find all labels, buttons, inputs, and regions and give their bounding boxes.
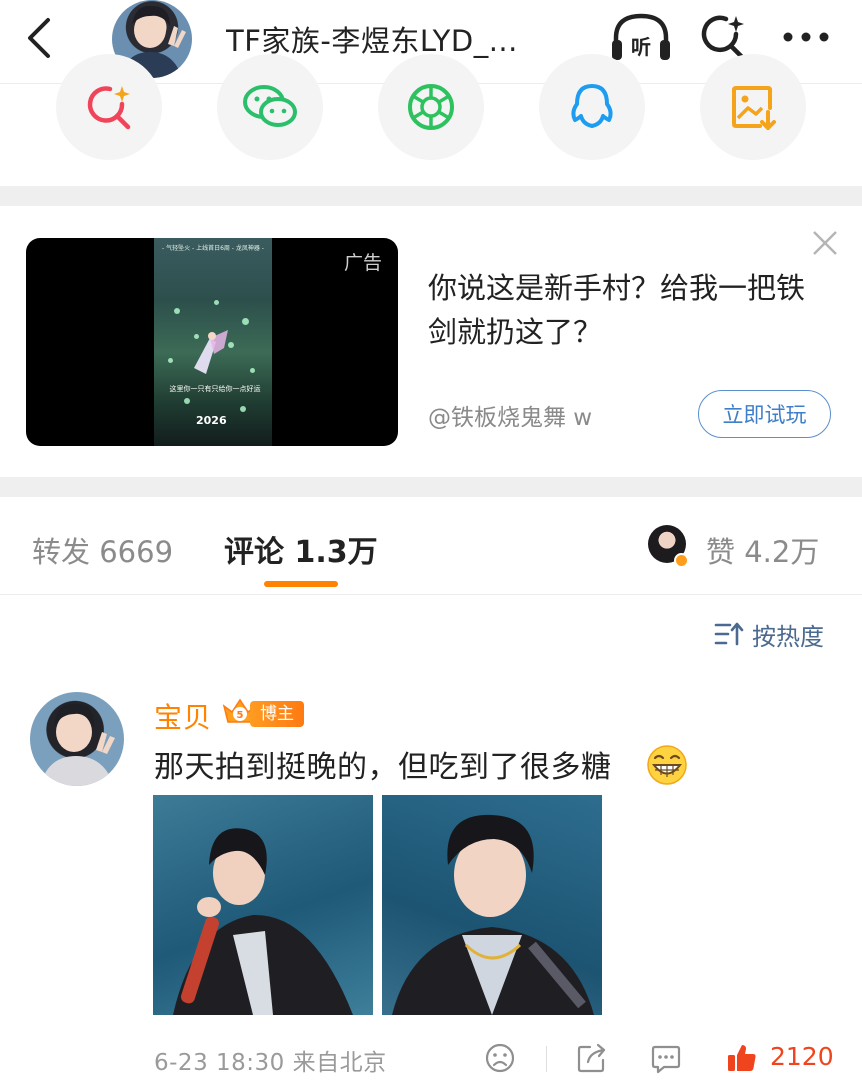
reply-button[interactable] xyxy=(650,1040,682,1076)
qq-icon xyxy=(571,84,613,128)
frown-icon xyxy=(485,1043,515,1073)
ad-game-year: 2026 xyxy=(196,414,227,427)
comment-icon xyxy=(651,1045,681,1074)
close-ad-button[interactable] xyxy=(810,228,840,258)
more-button[interactable] xyxy=(780,22,832,52)
wechat-icon xyxy=(243,85,297,127)
share-comment-button[interactable] xyxy=(576,1040,608,1076)
share-wechat-button[interactable] xyxy=(217,54,323,160)
close-icon xyxy=(813,231,837,255)
like-comment-button[interactable] xyxy=(726,1040,758,1076)
chevron-left-icon xyxy=(28,18,50,58)
photo-portrait-icon xyxy=(392,814,594,1015)
post-tabs: 转发 6669 评论 1.3万 赞 4.2万 xyxy=(0,497,862,595)
share-qq-button[interactable] xyxy=(539,54,645,160)
active-tab-indicator xyxy=(264,581,338,587)
try-now-button[interactable]: 立即试玩 xyxy=(698,390,831,438)
like-count: 2120 xyxy=(770,1042,834,1071)
share-search-button[interactable] xyxy=(56,54,162,160)
moments-icon xyxy=(408,84,454,130)
search-sparkle-icon xyxy=(87,86,131,130)
headphones-icon: 听 xyxy=(612,13,670,60)
tab-repost[interactable]: 转发 6669 xyxy=(32,529,173,571)
share-icon xyxy=(577,1043,606,1073)
verified-badge-icon xyxy=(674,553,689,568)
comment-meta: 6-23 18:30 来自北京 xyxy=(154,1050,387,1076)
sort-icon xyxy=(714,622,744,646)
sort-button[interactable]: 按热度 xyxy=(714,618,824,651)
sort-label: 按热度 xyxy=(752,622,824,651)
author-tag: 博主 xyxy=(250,701,304,727)
section-divider xyxy=(0,186,862,206)
comment-photo[interactable] xyxy=(153,795,373,1015)
ad-label: 广告 xyxy=(343,252,382,274)
ad-game-caption: 这里你一只有只给你一点好运 xyxy=(169,385,261,393)
comment-photo[interactable] xyxy=(382,795,602,1015)
listen-button[interactable]: 听 xyxy=(610,12,672,64)
avatar-portrait-icon xyxy=(40,703,115,786)
save-image-button[interactable] xyxy=(700,54,806,160)
tab-comment[interactable]: 评论 1.3万 xyxy=(224,527,378,571)
back-button[interactable] xyxy=(22,16,62,60)
share-row xyxy=(0,54,862,186)
commenter-avatar[interactable] xyxy=(30,692,124,786)
thumbs-up-icon xyxy=(728,1045,756,1071)
ad-source[interactable]: @铁板烧鬼舞 w xyxy=(428,398,592,432)
more-dots-icon xyxy=(783,32,829,42)
dislike-button[interactable] xyxy=(484,1040,516,1076)
commenter-name[interactable]: 宝贝 xyxy=(154,696,212,736)
grin-emoji-icon xyxy=(646,744,688,786)
tab-like[interactable]: 赞 4.2万 xyxy=(706,529,819,571)
section-divider xyxy=(0,477,862,497)
photo-portrait-icon xyxy=(173,828,353,1015)
share-moments-button[interactable] xyxy=(378,54,484,160)
save-image-icon xyxy=(732,86,776,130)
listen-label: 听 xyxy=(631,35,651,59)
comment-text[interactable]: 那天拍到挺晚的，但吃到了很多糖 xyxy=(154,742,612,786)
ad-game-thumbnail: - 气轻坠火 - 上线首日6周 - 龙凤神器 - 这里你一只有只给你一点好运 2… xyxy=(154,238,272,446)
crown-level: 5 xyxy=(237,710,244,721)
ad-text[interactable]: 你说这是新手村？给我一把铁剑就扔这了？ xyxy=(428,266,828,354)
ad-video[interactable]: - 气轻坠火 - 上线首日6周 - 龙凤神器 - 这里你一只有只给你一点好运 2… xyxy=(26,238,398,446)
action-divider xyxy=(546,1046,547,1072)
